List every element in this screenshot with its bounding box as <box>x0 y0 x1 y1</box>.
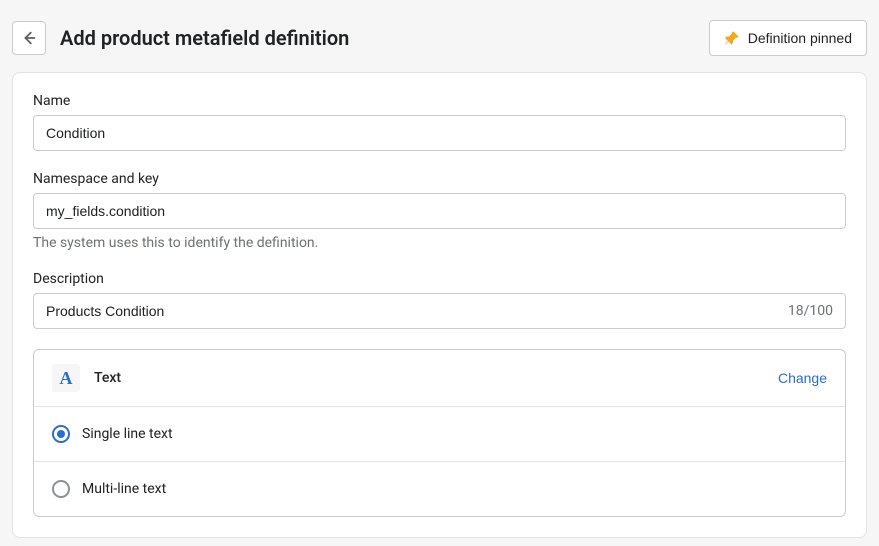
description-char-count: 18/100 <box>788 303 845 319</box>
text-type-icon: A <box>52 364 80 392</box>
namespace-label: Namespace and key <box>33 171 846 187</box>
content-type-header: A Text Change <box>34 350 845 407</box>
namespace-field-group: Namespace and key The system uses this t… <box>33 171 846 251</box>
description-label: Description <box>33 271 846 287</box>
name-field-group: Name <box>33 93 846 151</box>
namespace-input[interactable] <box>33 193 846 229</box>
description-input[interactable] <box>34 294 788 328</box>
radio-icon <box>52 425 70 443</box>
radio-icon <box>52 480 70 498</box>
content-type-selector: A Text Change Single line text Multi-lin… <box>33 349 846 517</box>
definition-pinned-button[interactable]: Definition pinned <box>709 20 867 56</box>
pin-button-label: Definition pinned <box>748 30 852 46</box>
radio-label: Single line text <box>82 426 173 442</box>
header-left: Add product metafield definition <box>12 21 349 55</box>
page-header: Add product metafield definition Definit… <box>0 0 879 72</box>
page-title: Add product metafield definition <box>60 26 349 50</box>
radio-option-multi-line[interactable]: Multi-line text <box>34 462 845 516</box>
description-input-wrapper: 18/100 <box>33 293 846 329</box>
radio-label: Multi-line text <box>82 481 166 497</box>
content-type-name: Text <box>94 370 121 386</box>
arrow-left-icon <box>20 29 38 47</box>
name-input[interactable] <box>33 115 846 151</box>
name-label: Name <box>33 93 846 109</box>
radio-option-single-line[interactable]: Single line text <box>34 407 845 462</box>
form-card: Name Namespace and key The system uses t… <box>12 72 867 538</box>
pin-icon <box>724 30 740 46</box>
change-type-button[interactable]: Change <box>778 370 827 386</box>
description-field-group: Description 18/100 <box>33 271 846 329</box>
back-button[interactable] <box>12 21 46 55</box>
content-type-header-left: A Text <box>52 364 121 392</box>
namespace-help-text: The system uses this to identify the def… <box>33 235 846 251</box>
